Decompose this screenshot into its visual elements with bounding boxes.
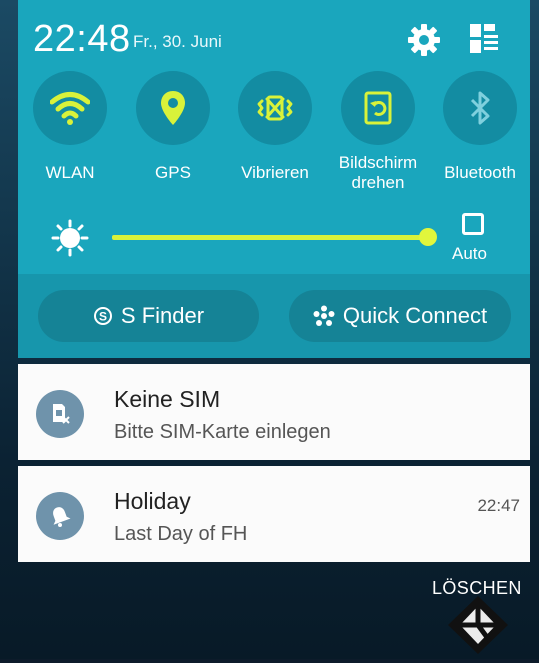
rotate-toggle[interactable]: [341, 71, 415, 145]
date: Fr., 30. Juni: [133, 32, 222, 51]
bluetooth-toggle[interactable]: [443, 71, 517, 145]
vibrate-label: Vibrieren: [241, 163, 309, 182]
gear-icon[interactable]: [406, 22, 442, 58]
unity-logo-icon: [444, 592, 512, 658]
sim-card-icon: [36, 390, 84, 438]
notification-shade: 22:48 Fr., 30. Juni WLAN GPS Vibrieren B…: [0, 0, 539, 659]
svg-text:S: S: [99, 310, 107, 324]
notification-card-holiday[interactable]: Holiday Last Day of FH 22:47: [18, 466, 530, 562]
screen-rotation-icon: [364, 91, 392, 125]
bell-icon: [36, 492, 84, 540]
bluetooth-label: Bluetooth: [444, 163, 516, 182]
brightness-slider-handle[interactable]: [419, 228, 437, 246]
wlan-label: WLAN: [45, 163, 95, 182]
s-finder-icon: S: [93, 307, 112, 325]
gps-label: GPS: [155, 163, 191, 182]
rotate-label: Bildschirm drehen: [338, 153, 418, 192]
auto-brightness-label: Auto: [452, 244, 487, 263]
notification-title: Holiday: [114, 488, 191, 514]
gps-toggle[interactable]: [136, 71, 210, 145]
location-icon: [161, 91, 185, 125]
s-finder-button[interactable]: S S Finder: [38, 290, 259, 342]
wifi-icon: [50, 92, 90, 125]
brightness-sun-icon: [50, 218, 90, 258]
notification-time: 22:47: [477, 496, 520, 515]
clock: 22:48: [33, 18, 131, 60]
auto-brightness-checkbox[interactable]: [462, 213, 484, 235]
brightness-slider-track[interactable]: [112, 235, 428, 240]
notification-card-sim[interactable]: Keine SIM Bitte SIM-Karte einlegen: [18, 364, 530, 460]
grid-edit-icon[interactable]: [470, 24, 498, 54]
notification-subtitle: Bitte SIM-Karte einlegen: [114, 421, 331, 443]
bluetooth-icon: [470, 91, 490, 125]
vibrate-icon: [257, 95, 293, 121]
quick-connect-label: Quick Connect: [342, 303, 488, 328]
s-finder-label: S Finder: [120, 303, 205, 328]
quick-connect-button[interactable]: Quick Connect: [289, 290, 511, 342]
notification-title: Keine SIM: [114, 386, 221, 412]
vibrate-toggle[interactable]: [238, 71, 312, 145]
notification-subtitle: Last Day of FH: [114, 523, 248, 545]
quick-connect-icon: [313, 305, 335, 326]
wlan-toggle[interactable]: [33, 71, 107, 145]
